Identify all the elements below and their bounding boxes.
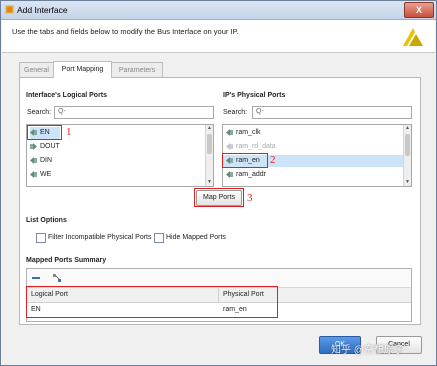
logical-ports-heading: Interface's Logical Ports: [26, 92, 108, 99]
hide-mapped-label: Hide Mapped Ports: [166, 234, 226, 241]
annotation-box-summary: [26, 286, 278, 318]
window-title: Add Interface: [17, 5, 68, 15]
tab-parameters[interactable]: Parameters: [111, 62, 163, 78]
mapped-summary-heading: Mapped Ports Summary: [26, 257, 107, 264]
port-out-icon: [30, 142, 37, 150]
list-item[interactable]: WE: [30, 169, 51, 181]
header-description: Use the tabs and fields below to modify …: [12, 27, 239, 36]
annotation-box-2: [222, 153, 268, 168]
close-button[interactable]: X: [404, 2, 434, 18]
port-in-icon: [30, 156, 37, 164]
add-interface-dialog: Add Interface X Use the tabs and fields …: [0, 0, 437, 366]
list-item[interactable]: ram_clk: [226, 127, 261, 139]
tab-general[interactable]: General: [19, 62, 54, 78]
port-in-icon: [30, 170, 37, 178]
scroll-thumb[interactable]: [405, 134, 410, 156]
tab-port-mapping[interactable]: Port Mapping: [53, 61, 112, 78]
close-icon: X: [415, 5, 422, 15]
search-icon: Q-: [58, 108, 66, 115]
annotation-box-3: [194, 188, 244, 207]
remove-mapping-icon[interactable]: [32, 277, 40, 279]
logical-search-label: Search:: [27, 109, 52, 116]
title-bar: Add Interface X: [1, 1, 436, 20]
filter-incompatible-checkbox[interactable]: [36, 233, 46, 243]
annotation-number-3: 3: [247, 192, 253, 204]
search-icon: Q-: [256, 108, 264, 115]
vivado-logo-icon: [403, 28, 423, 46]
list-item[interactable]: DIN: [30, 155, 52, 167]
annotation-box-1: [27, 125, 62, 140]
watermark: 知乎 @空想原子: [331, 345, 404, 356]
app-icon: [5, 5, 14, 14]
scroll-down-icon[interactable]: ▼: [404, 179, 411, 186]
annotation-number-1: 1: [66, 126, 72, 138]
hide-mapped-checkbox[interactable]: [154, 233, 164, 243]
list-item[interactable]: DOUT: [30, 141, 60, 153]
list-options-heading: List Options: [26, 217, 67, 224]
port-in-icon: [226, 170, 233, 178]
physical-search-label: Search:: [223, 109, 248, 116]
annotation-number-2: 2: [270, 154, 276, 166]
scroll-down-icon[interactable]: ▼: [206, 179, 213, 186]
header-banner: Use the tabs and fields below to modify …: [2, 20, 435, 53]
scroll-up-icon[interactable]: ▲: [404, 125, 411, 132]
logical-list-scrollbar[interactable]: ▲ ▼: [205, 125, 213, 186]
port-in-icon: [226, 128, 233, 136]
physical-search-input[interactable]: Q-: [252, 106, 412, 119]
port-in-icon: [226, 142, 233, 150]
physical-list-scrollbar[interactable]: ▲ ▼: [403, 125, 411, 186]
logical-search-input[interactable]: Q-: [54, 106, 214, 119]
list-item[interactable]: ram_rd_data: [226, 141, 276, 153]
list-item[interactable]: ram_addr: [226, 169, 266, 181]
auto-map-icon[interactable]: [53, 274, 61, 282]
scroll-thumb[interactable]: [207, 134, 212, 154]
filter-incompatible-label: Filter Incompatible Physical Ports: [48, 234, 152, 241]
scroll-up-icon[interactable]: ▲: [206, 125, 213, 132]
physical-ports-heading: IP's Physical Ports: [223, 92, 286, 99]
